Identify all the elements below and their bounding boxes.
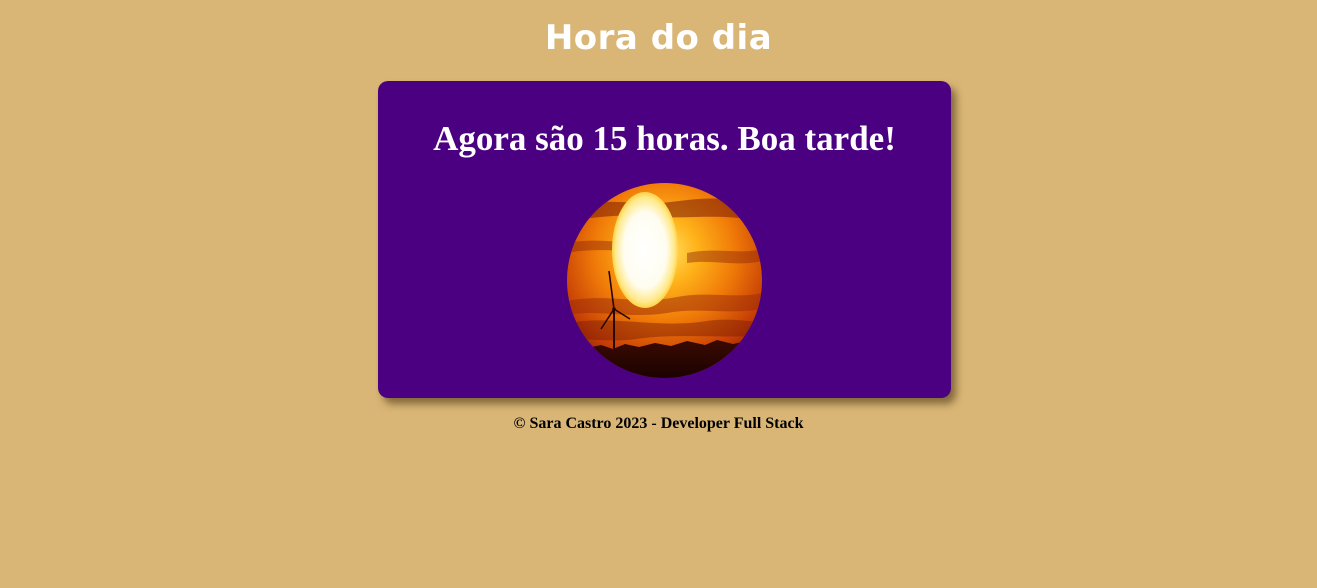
footer-copyright: © Sara Castro 2023 - Developer Full Stac… bbox=[513, 415, 804, 432]
time-card: Agora são 15 horas. Boa tarde! bbox=[378, 81, 951, 398]
page-title: Hora do dia bbox=[544, 18, 773, 58]
sunset-image bbox=[567, 183, 762, 378]
greeting-message: Agora são 15 horas. Boa tarde! bbox=[433, 119, 896, 158]
sunset-photo-icon bbox=[567, 183, 762, 378]
